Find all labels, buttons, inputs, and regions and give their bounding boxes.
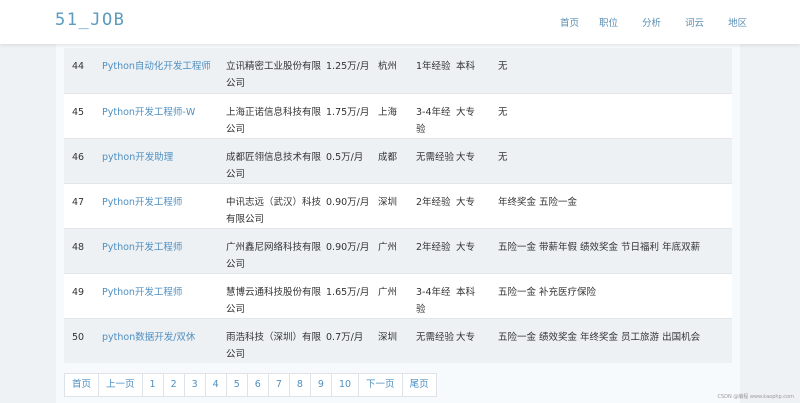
cell-row-index: 45 — [64, 92, 102, 138]
cell-salary: 0.90万/月 — [326, 227, 378, 273]
top-navbar: 51_JOB 首页 职位 分析 词云 地区 — [0, 0, 800, 44]
page-9-button[interactable]: 9 — [311, 374, 332, 396]
cell-job-title-link: python数据开发/双休 — [102, 317, 226, 363]
cell-salary: 0.7万/月 — [326, 317, 378, 363]
cell-city: 上海 — [378, 92, 416, 138]
nav-link-analysis[interactable]: 分析 — [642, 15, 661, 29]
watermark: CSDN @编程 www.kaophp.com — [717, 394, 794, 400]
cell-benefits: 无 — [498, 137, 732, 183]
nav-link-wordcloud[interactable]: 词云 — [685, 15, 704, 29]
job-title-link[interactable]: python数据开发/双休 — [102, 332, 195, 343]
job-title-link[interactable]: Python自动化开发工程师 — [102, 61, 211, 72]
page-1-button[interactable]: 1 — [143, 374, 164, 396]
cell-city: 广州 — [378, 272, 416, 318]
brand-logo[interactable]: 51_JOB — [55, 10, 125, 30]
page-4-button[interactable]: 4 — [206, 374, 227, 396]
cell-education: 大专 — [456, 137, 498, 183]
job-title-link[interactable]: Python开发工程师 — [102, 242, 182, 253]
job-title-link[interactable]: Python开发工程师-W — [102, 107, 195, 118]
cell-experience: 2年经验 — [416, 227, 456, 273]
cell-education: 大专 — [456, 92, 498, 138]
cell-job-title-link: Python开发工程师 — [102, 227, 226, 273]
page-2-button[interactable]: 2 — [164, 374, 185, 396]
page-prev-button[interactable]: 上一页 — [99, 374, 143, 396]
cell-row-index: 48 — [64, 227, 102, 273]
table-row: 44 Python自动化开发工程师 立讯精密工业股份有限公司 1.25万/月 杭州 1年经… — [64, 48, 732, 93]
cell-company-name: 雨浩科技（深圳）有限公司 — [226, 317, 326, 363]
job-title-link[interactable]: Python开发工程师 — [102, 197, 182, 208]
cell-benefits: 五险一金 补充医疗保险 — [498, 272, 732, 318]
cell-benefits: 无 — [498, 61, 508, 72]
cell-benefits: 五险一金 绩效奖金 年终奖金 员工旅游 出国机会 — [498, 317, 732, 363]
cell-row-index: 46 — [64, 137, 102, 183]
nav-link-region[interactable]: 地区 — [728, 15, 747, 29]
cell-salary: 0.90万/月 — [326, 182, 378, 228]
page-10-button[interactable]: 10 — [332, 374, 360, 396]
page-last-button[interactable]: 尾页 — [403, 374, 436, 396]
cell-job-title-link: Python开发工程师-W — [102, 92, 226, 138]
cell-education: 大专 — [456, 182, 498, 228]
nav-link-jobs[interactable]: 职位 — [599, 15, 618, 29]
job-table: 44 Python自动化开发工程师 立讯精密工业股份有限公司 1.25万/月 杭州 1年经… — [64, 48, 732, 363]
page-3-button[interactable]: 3 — [185, 374, 206, 396]
table-row: 48 Python开发工程师 广州鑫尼网络科技有限公司 0.90万/月 广州 2年经验 大专… — [64, 227, 732, 273]
cell-salary: 1.65万/月 — [326, 272, 378, 318]
cell-salary: 1.25万/月 — [326, 61, 370, 72]
cell-salary: 0.5万/月 — [326, 137, 378, 183]
cell-row-index: 44 — [72, 61, 85, 72]
cell-job-title-link: Python开发工程师 — [102, 272, 226, 318]
table-row: 47 Python开发工程师 中讯志远（武汉）科技有限公司 0.90万/月 深圳 2年经验… — [64, 182, 732, 228]
cell-education: 本科 — [456, 272, 498, 318]
cell-experience: 1年经验 — [416, 61, 451, 72]
job-title-link[interactable]: python开发助理 — [102, 152, 173, 163]
table-row: 50 python数据开发/双休 雨浩科技（深圳）有限公司 0.7万/月 深圳 无需经验大… — [64, 317, 732, 363]
table-row: 49 Python开发工程师 慧博云通科技股份有限公司 1.65万/月 广州 3-4年经验… — [64, 272, 732, 318]
table-row: 45 Python开发工程师-W 上海正诺信息科技有限公司 1.75万/月 上海 3-4年… — [64, 92, 732, 138]
page-7-button[interactable]: 7 — [269, 374, 290, 396]
cell-city: 深圳 — [378, 182, 416, 228]
cell-benefits: 五险一金 带薪年假 绩效奖金 节日福利 年底双薪 — [498, 227, 732, 273]
page-8-button[interactable]: 8 — [290, 374, 311, 396]
cell-job-title-link: Python自动化开发工程师 — [102, 48, 226, 93]
cell-city: 广州 — [378, 227, 416, 273]
cell-row-index: 50 — [64, 317, 102, 363]
job-title-link[interactable]: Python开发工程师 — [102, 287, 182, 298]
page-first-button[interactable]: 首页 — [65, 374, 100, 396]
cell-job-title-link: python开发助理 — [102, 137, 226, 183]
table-row: 46 python开发助理 成都匠翎信息技术有限公司 0.5万/月 成都 无需经验 大专无 — [64, 137, 732, 183]
cell-row-index: 49 — [64, 272, 102, 318]
cell-row-index: 47 — [64, 182, 102, 228]
cell-benefits: 无 — [498, 92, 732, 138]
cell-education: 本科 — [456, 61, 476, 72]
page-next-button[interactable]: 下一页 — [359, 374, 403, 396]
cell-city: 成都 — [378, 137, 416, 183]
cell-education: 大专 — [456, 317, 498, 363]
cell-city: 深圳 — [378, 317, 416, 363]
cell-experience: 3-4年经验 — [416, 272, 456, 318]
cell-city: 杭州 — [378, 61, 398, 72]
cell-education: 大专 — [456, 227, 498, 273]
cell-benefits: 年终奖金 五险一金 — [498, 182, 732, 228]
cell-salary: 1.75万/月 — [326, 92, 378, 138]
cell-company-name: 中讯志远（武汉）科技有限公司 — [226, 182, 326, 228]
cell-company-name: 成都匠翎信息技术有限公司 — [226, 137, 326, 183]
cell-company-name: 慧博云通科技股份有限公司 — [226, 272, 326, 318]
cell-experience: 无需经验 — [416, 137, 456, 183]
nav-links: 首页 职位 分析 词云 地区 — [560, 15, 771, 29]
cell-company-name: 立讯精密工业股份有限公司 — [226, 61, 322, 89]
cell-experience: 2年经验 — [416, 182, 456, 228]
pagination: 首页 上一页 1 2 3 4 5 6 7 8 9 10 下一页 尾页 — [64, 373, 437, 397]
job-table-card: 44 Python自动化开发工程师 立讯精密工业股份有限公司 1.25万/月 杭州 1年经… — [56, 44, 740, 403]
cell-company-name: 广州鑫尼网络科技有限公司 — [226, 227, 326, 273]
page-6-button[interactable]: 6 — [248, 374, 269, 396]
cell-company-name: 上海正诺信息科技有限公司 — [226, 92, 326, 138]
cell-experience: 无需经验 — [416, 317, 456, 363]
nav-link-home[interactable]: 首页 — [560, 15, 579, 29]
page-5-button[interactable]: 5 — [227, 374, 248, 396]
cell-job-title-link: Python开发工程师 — [102, 182, 226, 228]
cell-experience: 3-4年经验 — [416, 92, 456, 138]
